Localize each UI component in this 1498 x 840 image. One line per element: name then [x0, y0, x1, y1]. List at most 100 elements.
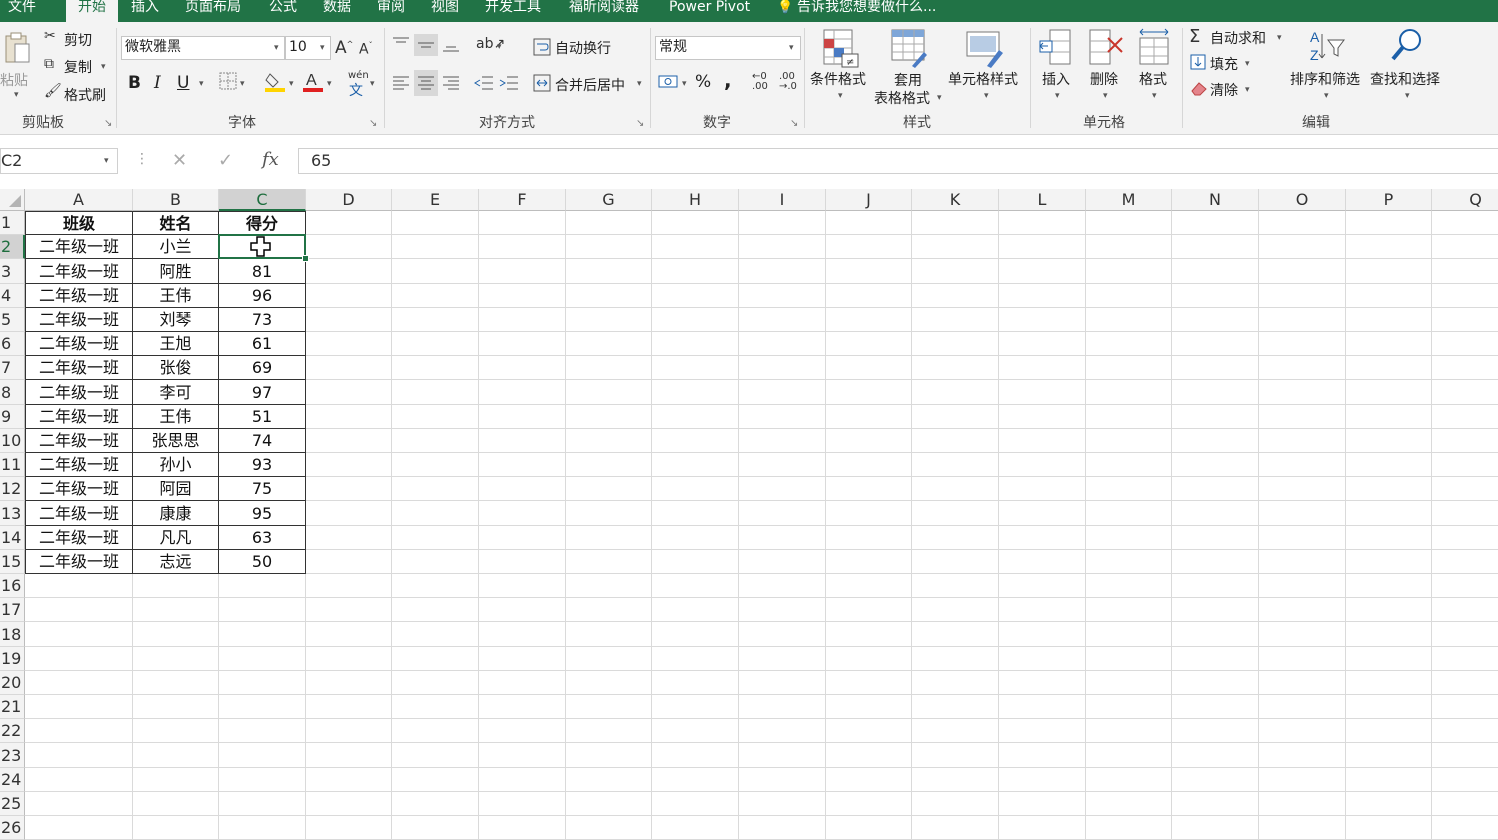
sort-filter-icon[interactable]: AZ	[1308, 26, 1348, 70]
chevron-down-icon[interactable]: ▾	[789, 43, 794, 53]
borders-icon[interactable]	[219, 72, 237, 94]
sort-filter-button[interactable]: 排序和筛选	[1290, 69, 1360, 89]
spreadsheet-grid[interactable]: A B C D E F G H I J K L M N O P Q 1 2 3 4 5 6 7 8 9 10 11 12 13 14 15 16…	[0, 189, 1498, 840]
tab-foxit-reader[interactable]: 福昕阅读器	[569, 0, 639, 22]
chevron-down-icon[interactable]: ▾	[497, 42, 502, 52]
wrap-text-icon[interactable]	[533, 38, 551, 60]
table-cell[interactable]: 张思思	[133, 429, 219, 453]
table-cell[interactable]: 二年级一班	[25, 380, 133, 405]
table-cell[interactable]: 志远	[133, 550, 219, 574]
chevron-down-icon[interactable]: ▾	[240, 79, 245, 89]
column-header-n[interactable]: N	[1172, 189, 1259, 211]
column-header-c[interactable]: C	[219, 189, 306, 211]
row-header-20[interactable]: 20	[0, 671, 25, 695]
fill-color-icon[interactable]	[264, 70, 286, 96]
column-header-p[interactable]: P	[1346, 189, 1432, 211]
table-header-cell[interactable]: 得分	[219, 211, 306, 235]
tab-power-pivot[interactable]: Power Pivot	[669, 0, 750, 22]
table-cell[interactable]: 二年级一班	[25, 332, 133, 356]
align-center-icon[interactable]	[414, 70, 438, 96]
table-cell[interactable]: 二年级一班	[25, 235, 133, 259]
insert-cells-icon[interactable]	[1038, 28, 1076, 70]
table-cell[interactable]: 二年级一班	[25, 477, 133, 501]
chevron-down-icon[interactable]: ▾	[370, 79, 375, 89]
insert-cells-button[interactable]: 插入	[1042, 69, 1070, 89]
row-header-16[interactable]: 16	[0, 574, 25, 598]
drag-handle-icon[interactable]: ⋮	[135, 151, 149, 167]
chevron-down-icon[interactable]: ▾	[838, 91, 843, 101]
column-header-q[interactable]: Q	[1432, 189, 1498, 211]
chevron-down-icon[interactable]: ▾	[1405, 91, 1410, 101]
row-header-12[interactable]: 12	[0, 477, 25, 501]
column-header-o[interactable]: O	[1259, 189, 1346, 211]
format-as-table-icon[interactable]	[890, 28, 928, 72]
table-cell[interactable]: 二年级一班	[25, 550, 133, 574]
font-launcher-icon[interactable]: ↘	[369, 118, 377, 129]
column-header-g[interactable]: G	[566, 189, 652, 211]
row-header-10[interactable]: 10	[0, 429, 25, 453]
table-cell[interactable]: 二年级一班	[25, 429, 133, 453]
increase-font-size-icon[interactable]: A^	[335, 38, 353, 58]
table-cell[interactable]: 王旭	[133, 332, 219, 356]
table-cell[interactable]: 二年级一班	[25, 308, 133, 332]
insert-function-icon[interactable]: fx	[262, 149, 279, 170]
number-launcher-icon[interactable]: ↘	[790, 118, 798, 129]
table-cell[interactable]: 95	[219, 501, 306, 526]
table-cell[interactable]: 63	[219, 526, 306, 550]
fill-button[interactable]: 填充	[1210, 54, 1238, 74]
chevron-down-icon[interactable]: ▾	[1324, 91, 1329, 101]
column-header-b[interactable]: B	[133, 189, 219, 211]
row-header-21[interactable]: 21	[0, 695, 25, 719]
row-header-14[interactable]: 14	[0, 526, 25, 550]
table-cell[interactable]: 王伟	[133, 405, 219, 429]
table-cell[interactable]: 阿胜	[133, 259, 219, 284]
table-cell[interactable]: 李可	[133, 380, 219, 405]
table-cell[interactable]: 凡凡	[133, 526, 219, 550]
cut-button[interactable]: 剪切	[64, 30, 92, 50]
table-cell[interactable]: 二年级一班	[25, 501, 133, 526]
table-cell[interactable]: 93	[219, 453, 306, 477]
table-cell[interactable]: 二年级一班	[25, 356, 133, 380]
table-cell[interactable]: 75	[219, 477, 306, 501]
row-header-11[interactable]: 11	[0, 453, 25, 477]
table-cell[interactable]: 阿园	[133, 477, 219, 501]
table-cell[interactable]: 51	[219, 405, 306, 429]
pinyin-guide-label-bottom[interactable]: 文	[349, 80, 363, 100]
chevron-down-icon[interactable]: ▾	[327, 79, 332, 89]
chevron-down-icon[interactable]: ▾	[984, 91, 989, 101]
chevron-down-icon[interactable]: ▾	[1055, 91, 1060, 101]
table-cell[interactable]: 61	[219, 332, 306, 356]
row-header-26[interactable]: 26	[0, 816, 25, 840]
row-header-5[interactable]: 5	[0, 308, 25, 332]
chevron-down-icon[interactable]: ▾	[1103, 91, 1108, 101]
row-header-4[interactable]: 4	[0, 284, 25, 308]
format-as-table-button-line1[interactable]: 套用	[894, 70, 922, 90]
tab-review[interactable]: 审阅	[377, 0, 405, 22]
table-cell[interactable]: 小兰	[133, 235, 219, 259]
chevron-down-icon[interactable]: ▾	[289, 79, 294, 89]
tab-data[interactable]: 数据	[323, 0, 351, 22]
align-middle-icon[interactable]	[414, 34, 438, 56]
merge-center-icon[interactable]	[533, 74, 551, 96]
enter-icon[interactable]: ✓	[218, 150, 233, 171]
tab-home[interactable]: 开始	[66, 0, 118, 22]
find-select-icon[interactable]	[1390, 26, 1428, 70]
tell-me-search[interactable]: 告诉我您想要做什么...	[797, 0, 936, 22]
clear-button[interactable]: 清除	[1210, 80, 1238, 100]
table-cell[interactable]: 50	[219, 550, 306, 574]
column-header-h[interactable]: H	[652, 189, 739, 211]
paste-dropdown-icon[interactable]: ▾	[14, 90, 19, 100]
paste-button[interactable]: 粘贴	[0, 70, 28, 90]
chevron-down-icon[interactable]: ▾	[199, 79, 204, 89]
format-cells-button[interactable]: 格式	[1139, 69, 1167, 89]
align-top-icon[interactable]	[392, 36, 410, 54]
tab-developer[interactable]: 开发工具	[485, 0, 541, 22]
row-header-9[interactable]: 9	[0, 405, 25, 429]
bold-button[interactable]: B	[128, 73, 141, 93]
table-header-cell[interactable]: 班级	[25, 211, 133, 235]
column-header-l[interactable]: L	[999, 189, 1086, 211]
paste-icon[interactable]	[2, 30, 32, 66]
decrease-indent-icon[interactable]	[474, 74, 494, 96]
number-format-select[interactable]: 常规	[655, 36, 801, 60]
format-painter-button[interactable]: 格式刷	[64, 85, 106, 105]
